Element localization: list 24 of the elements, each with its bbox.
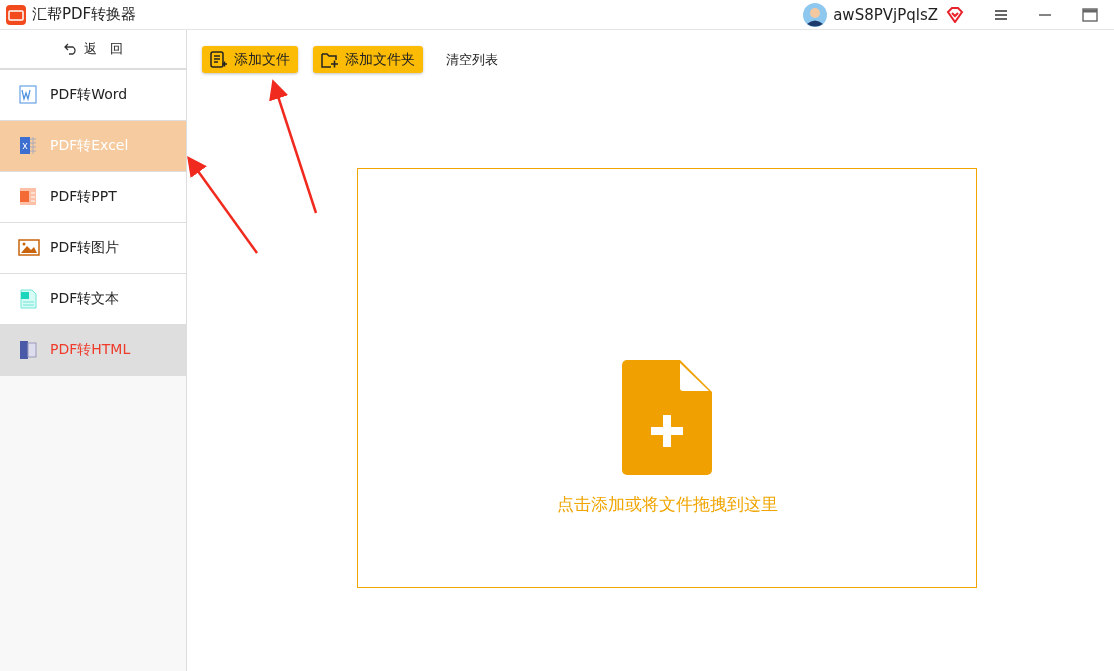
username[interactable]: awS8PVjPqlsZ — [833, 5, 938, 24]
window-title: 汇帮PDF转换器 — [32, 5, 137, 24]
sidebar-item[interactable]: PDF转Word — [0, 70, 186, 121]
add-button[interactable]: 添加文件夹 — [313, 46, 423, 73]
vip-icon[interactable] — [946, 6, 964, 23]
add-button[interactable]: 添加文件 — [202, 46, 298, 73]
sidebar-item[interactable]: PDF转文本 — [0, 274, 186, 325]
back-arrow-icon — [63, 43, 78, 55]
add-file-icon — [622, 360, 712, 475]
drop-hint: 点击添加或将文件拖拽到这里 — [556, 493, 778, 516]
html-file-icon — [18, 340, 40, 360]
word-file-icon — [18, 85, 40, 105]
document-plus-icon — [210, 50, 228, 69]
maximize-icon[interactable] — [1082, 7, 1098, 22]
sidebar-item[interactable]: PDF转图片 — [0, 223, 186, 274]
sidebar-item[interactable]: PDF转PPT — [0, 172, 186, 223]
menu-icon[interactable] — [994, 8, 1008, 21]
folder-plus-icon — [321, 50, 339, 69]
avatar-icon[interactable] — [803, 2, 828, 27]
app-logo-icon — [6, 4, 26, 25]
text-file-icon — [18, 289, 40, 309]
back-button[interactable]: 返 回 — [0, 30, 186, 70]
clear-list-link[interactable]: 清空列表 — [446, 50, 498, 69]
image-file-icon — [18, 238, 40, 258]
